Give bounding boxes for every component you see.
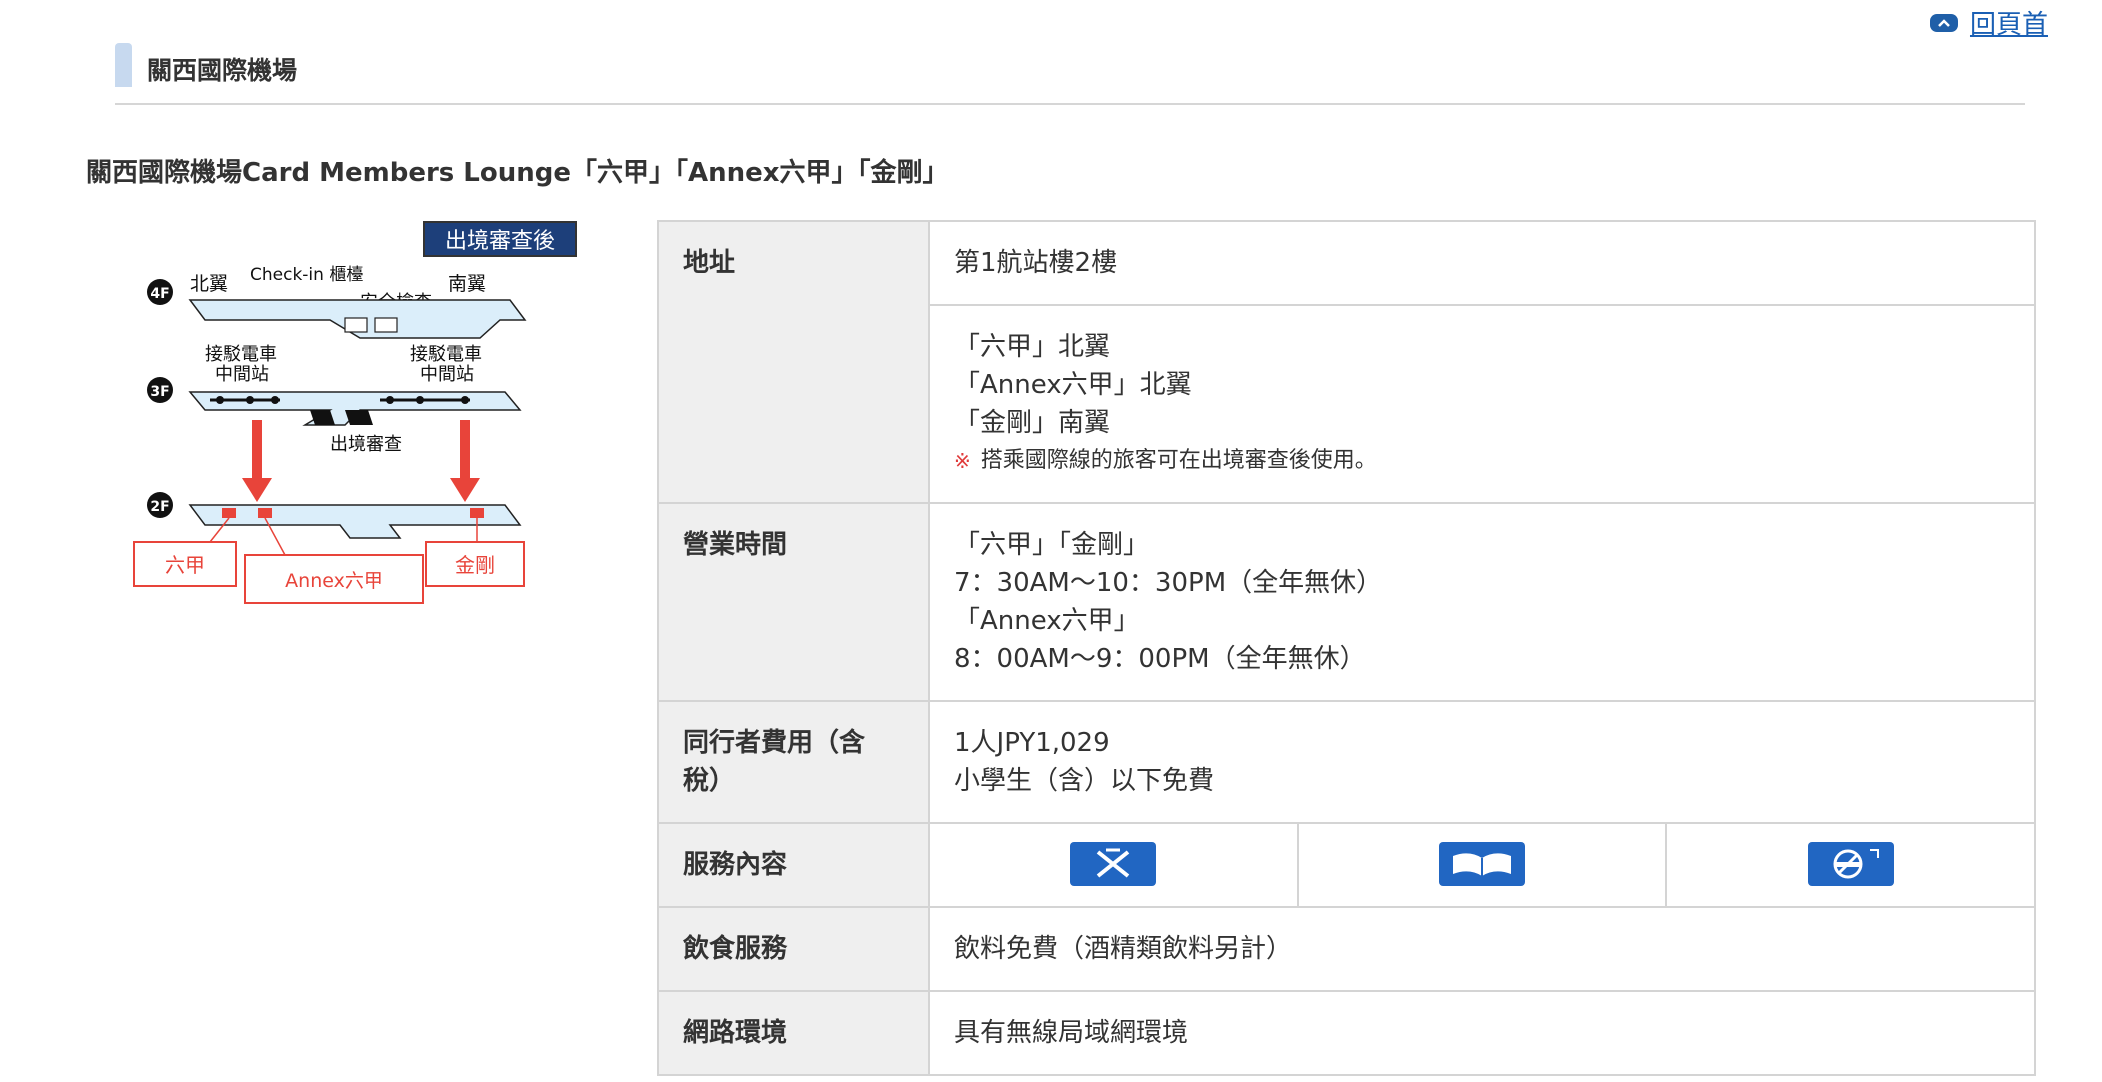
security-gate-1 — [344, 317, 368, 333]
address-value: 第1航站樓2樓 — [928, 220, 2036, 306]
checkin-label: Check-in 櫃檯 — [250, 265, 363, 285]
lounge-info-table: 地址 第1航站樓2樓 「六甲」北翼 「Annex六甲」北翼 「金剛」南翼 ※ 搭… — [657, 220, 2036, 1076]
usage-note: ※ 搭乘國際線的旅客可在出境審查後使用。 — [954, 442, 2010, 480]
section-header: 關西國際機場 — [115, 43, 2025, 105]
location-line: 「六甲」北翼 — [954, 332, 1111, 362]
hours-line: 「六甲」「金剛」 — [954, 530, 1150, 560]
reading-icon — [1438, 842, 1525, 886]
security-gate-2 — [374, 317, 398, 333]
location-line: 「金剛」南翼 — [954, 408, 1111, 438]
floor-4f-label: 4F — [150, 286, 169, 302]
fee-header: 同行者費用（含稅） — [657, 700, 930, 824]
table-row-network: 網路環境 具有無線局域網環境 — [657, 990, 2036, 1076]
service-reading — [1296, 822, 1668, 908]
back-to-top-label: 回頁首 — [1969, 10, 2048, 40]
location-cell: 「六甲」北翼 「Annex六甲」北翼 「金剛」南翼 ※ 搭乘國際線的旅客可在出境… — [928, 304, 2036, 504]
station-dot — [246, 396, 254, 404]
table-row-fee: 同行者費用（含稅） 1人JPY1,029 小學生（含）以下免費 — [657, 700, 2036, 824]
back-to-top-link[interactable]: 回頁首 — [1929, 4, 2048, 41]
location-line: 「Annex六甲」北翼 — [954, 370, 1192, 400]
station-dot — [271, 396, 279, 404]
fee-cell: 1人JPY1,029 小學生（含）以下免費 — [928, 700, 2036, 824]
train-right-label-2: 中間站 — [420, 364, 474, 385]
flight-info-icon — [1070, 842, 1157, 886]
hours-cell: 「六甲」「金剛」 7：30AM～10：30PM（全年無休） 「Annex六甲」 … — [928, 502, 2036, 702]
service-no-smoking — [1665, 822, 2036, 908]
station-dot — [416, 396, 424, 404]
lounge-marker-kongo — [470, 508, 484, 518]
station-dot — [386, 396, 394, 404]
food-value: 飲料免費（酒精類飲料另計） — [928, 906, 2036, 992]
services-header: 服務內容 — [657, 822, 930, 908]
fee-line: 小學生（含）以下免費 — [954, 766, 1215, 796]
south-wing-label: 南翼 — [448, 273, 486, 295]
note-mark: ※ — [954, 449, 971, 473]
station-dot — [216, 396, 224, 404]
arrow-right-head — [450, 478, 480, 502]
address-header: 地址 — [657, 220, 930, 504]
hours-line: 8：00AM～9：00PM（全年無休） — [954, 644, 1366, 674]
table-row-food: 飲食服務 飲料免費（酒精類飲料另計） — [657, 906, 2036, 992]
terminal-floor-map: 出境審查後 4F 北翼 Check-in 櫃檯 安全檢查 南翼 3F 接駁電車 … — [133, 221, 577, 604]
train-left-label-1: 接駁電車 — [205, 344, 277, 365]
food-header: 飲食服務 — [657, 906, 930, 992]
note-text: 搭乘國際線的旅客可在出境審查後使用。 — [980, 448, 1377, 473]
hours-line: 7：30AM～10：30PM（全年無休） — [954, 568, 1383, 598]
floor-2f-label: 2F — [150, 499, 169, 515]
network-value: 具有無線局域網環境 — [928, 990, 2036, 1076]
lounge-marker-annex — [258, 508, 272, 518]
table-row-hours: 營業時間 「六甲」「金剛」 7：30AM～10：30PM（全年無休） 「Anne… — [657, 502, 2036, 702]
arrow-left-head — [242, 478, 272, 502]
section-title: 關西國際機場 — [147, 56, 298, 85]
map-badge-text: 出境審查後 — [445, 229, 555, 254]
hours-header: 營業時間 — [657, 502, 930, 702]
service-flight-info — [928, 822, 1299, 908]
lounge-marker-rokko — [222, 508, 236, 518]
arrow-right-shaft — [460, 420, 470, 480]
callout-annex-text: Annex六甲 — [285, 570, 383, 592]
train-left-label-2: 中間站 — [215, 364, 269, 385]
immigration-label: 出境審查 — [330, 434, 402, 455]
chevron-up-icon — [1929, 13, 1958, 32]
hours-line: 「Annex六甲」 — [954, 606, 1140, 636]
north-wing-label: 北翼 — [190, 273, 228, 295]
immigration-booth-2 — [345, 410, 373, 425]
lounge-title: 關西國際機場Card Members Lounge「六甲」「Annex六甲」「金… — [86, 158, 949, 188]
no-smoking-icon — [1807, 842, 1894, 886]
train-right-label-1: 接駁電車 — [410, 344, 482, 365]
table-row-address: 地址 第1航站樓2樓 — [657, 220, 2036, 504]
fee-line: 1人JPY1,029 — [954, 728, 1110, 758]
station-dot — [461, 396, 469, 404]
table-row-services: 服務內容 — [657, 822, 2036, 908]
floor-3f-label: 3F — [150, 384, 169, 400]
arrow-left-shaft — [252, 420, 262, 480]
network-header: 網路環境 — [657, 990, 930, 1076]
callout-rokko-text: 六甲 — [165, 553, 205, 577]
section-accent-bar — [115, 43, 132, 87]
callout-kongo-text: 金剛 — [455, 553, 495, 577]
